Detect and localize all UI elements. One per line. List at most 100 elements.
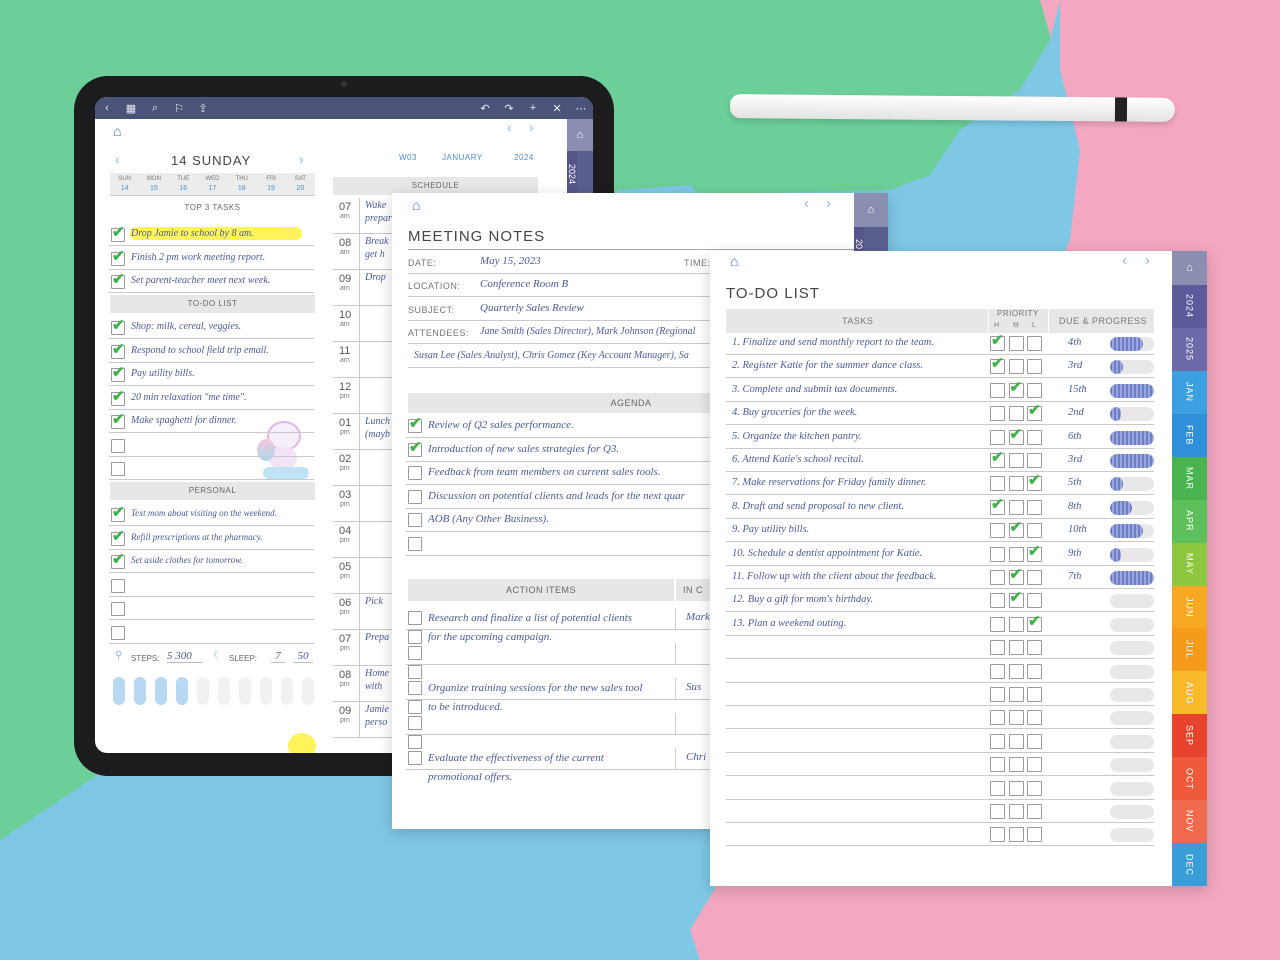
- checkbox[interactable]: [408, 681, 422, 695]
- progress-bar[interactable]: [1110, 711, 1154, 726]
- next-page-button[interactable]: ›: [826, 195, 831, 212]
- priority-m-checkbox[interactable]: [1008, 827, 1024, 843]
- priority-l-checkbox[interactable]: [1027, 827, 1042, 843]
- priority-l-checkbox[interactable]: [1027, 499, 1042, 515]
- priority-l-checkbox[interactable]: [1027, 359, 1042, 375]
- checkbox[interactable]: [408, 751, 422, 765]
- priority-l-checkbox[interactable]: [1027, 336, 1042, 351]
- add-icon[interactable]: +: [521, 102, 545, 114]
- undo-icon[interactable]: ↶: [473, 102, 497, 115]
- grid-icon[interactable]: ▦: [119, 102, 143, 115]
- task-text[interactable]: 7. Make reservations for Friday family d…: [732, 477, 984, 488]
- due-date[interactable]: 8th: [1068, 501, 1081, 512]
- search-icon[interactable]: ⌕: [143, 102, 167, 115]
- checkbox[interactable]: [408, 630, 422, 644]
- task-text[interactable]: Respond to school field trip email.: [131, 345, 312, 356]
- progress-bar[interactable]: [1110, 524, 1154, 539]
- progress-bar[interactable]: [1110, 454, 1154, 468]
- task-text[interactable]: Set aside clothes for tomorrow.: [131, 555, 312, 565]
- task-text[interactable]: Pay utility bills.: [131, 368, 312, 379]
- checkbox[interactable]: [111, 602, 125, 616]
- priority-h-checkbox[interactable]: [990, 593, 1005, 609]
- task-text[interactable]: Set parent-teacher meet next week.: [131, 275, 312, 286]
- priority-m-checkbox[interactable]: [1008, 546, 1024, 562]
- priority-h-checkbox[interactable]: [990, 546, 1005, 562]
- progress-bar[interactable]: [1110, 688, 1154, 702]
- priority-m-checkbox[interactable]: [1008, 406, 1024, 422]
- priority-m-checkbox[interactable]: [1008, 336, 1024, 351]
- priority-h-checkbox[interactable]: [990, 710, 1005, 726]
- checkbox[interactable]: [111, 462, 125, 476]
- sleep-minutes[interactable]: 50: [293, 650, 313, 663]
- priority-h-checkbox[interactable]: [990, 780, 1005, 796]
- progress-bar[interactable]: [1110, 360, 1154, 375]
- checkbox[interactable]: [111, 438, 125, 453]
- agenda-item[interactable]: Discussion on potential clients and lead…: [428, 490, 710, 502]
- next-day-button[interactable]: ›: [299, 151, 304, 167]
- side-tab[interactable]: APR: [1172, 499, 1207, 543]
- home-icon[interactable]: ⌂: [412, 197, 420, 213]
- back-icon[interactable]: ‹: [95, 102, 119, 114]
- side-tab[interactable]: JUN: [1172, 585, 1207, 629]
- checkbox[interactable]: [408, 665, 422, 679]
- side-tab[interactable]: 2025: [1172, 327, 1207, 371]
- priority-h-checkbox[interactable]: [990, 570, 1005, 585]
- progress-bar[interactable]: [1110, 407, 1154, 422]
- priority-l-checkbox[interactable]: [1027, 453, 1042, 468]
- action-item[interactable]: Research and finalize a list of potentia…: [428, 612, 672, 624]
- progress-bar[interactable]: [1110, 383, 1154, 398]
- priority-m-checkbox[interactable]: [1008, 499, 1024, 515]
- task-text[interactable]: Drop Jamie to school by 8 am.: [131, 228, 312, 239]
- task-text[interactable]: Finish 2 pm work meeting report.: [131, 252, 312, 263]
- prev-page-button[interactable]: ‹: [804, 195, 809, 212]
- priority-l-checkbox[interactable]: [1027, 593, 1042, 609]
- priority-m-checkbox[interactable]: [1008, 710, 1024, 726]
- sleep-hours[interactable]: 7: [271, 650, 285, 663]
- priority-l-checkbox[interactable]: [1027, 640, 1042, 656]
- due-date[interactable]: 2nd: [1068, 407, 1084, 418]
- task-text[interactable]: Refill prescriptions at the pharmacy.: [131, 532, 312, 542]
- task-text[interactable]: 5. Organize the kitchen pantry.: [732, 431, 984, 442]
- task-text[interactable]: Make spaghetti for dinner.: [131, 415, 312, 426]
- progress-bar[interactable]: [1110, 430, 1154, 445]
- due-date[interactable]: 3rd: [1068, 454, 1082, 465]
- priority-l-checkbox[interactable]: [1027, 663, 1042, 679]
- side-tab[interactable]: DEC: [1172, 843, 1207, 887]
- priority-l-checkbox[interactable]: [1027, 382, 1042, 398]
- side-tab[interactable]: SEP: [1172, 714, 1207, 758]
- due-date[interactable]: 10th: [1068, 524, 1087, 535]
- task-text[interactable]: 4. Buy groceries for the week.: [732, 407, 984, 418]
- priority-h-checkbox[interactable]: [990, 687, 1005, 702]
- action-item[interactable]: Organize training sessions for the new s…: [428, 682, 672, 694]
- water-glass[interactable]: [239, 677, 251, 705]
- checkbox[interactable]: [408, 716, 422, 730]
- priority-l-checkbox[interactable]: [1027, 710, 1042, 726]
- schedule-entry[interactable]: Home: [365, 668, 389, 679]
- agenda-item[interactable]: Feedback from team members on current sa…: [428, 466, 710, 478]
- priority-m-checkbox[interactable]: [1008, 780, 1024, 796]
- checkbox[interactable]: [408, 611, 422, 625]
- progress-bar[interactable]: [1110, 805, 1154, 819]
- week-day[interactable]: WED 17: [198, 173, 227, 195]
- checkbox[interactable]: [408, 735, 422, 749]
- task-text[interactable]: Shop: milk, cereal, veggies.: [131, 321, 312, 332]
- progress-bar[interactable]: [1110, 547, 1154, 562]
- water-glass[interactable]: [176, 677, 188, 705]
- steps-value[interactable]: 5 300: [167, 650, 203, 663]
- priority-h-checkbox[interactable]: [990, 476, 1005, 492]
- schedule-entry[interactable]: Jamie: [365, 704, 389, 715]
- prev-day-button[interactable]: ‹: [115, 151, 120, 167]
- priority-h-checkbox[interactable]: [990, 733, 1005, 749]
- water-glass[interactable]: [197, 677, 209, 705]
- priority-h-checkbox[interactable]: [990, 382, 1005, 398]
- schedule-entry[interactable]: Pick: [365, 596, 383, 607]
- checkbox[interactable]: [408, 466, 422, 480]
- agenda-item[interactable]: AOB (Any Other Business).: [428, 513, 710, 525]
- priority-l-checkbox[interactable]: [1027, 804, 1042, 819]
- agenda-item[interactable]: Review of Q2 sales performance.: [428, 419, 710, 431]
- priority-l-checkbox[interactable]: [1027, 429, 1042, 445]
- due-date[interactable]: 3rd: [1068, 360, 1082, 371]
- action-owner[interactable]: Chri: [686, 751, 710, 763]
- schedule-entry-detail[interactable]: (mayb: [365, 429, 390, 440]
- side-tab[interactable]: 2024: [1172, 284, 1207, 328]
